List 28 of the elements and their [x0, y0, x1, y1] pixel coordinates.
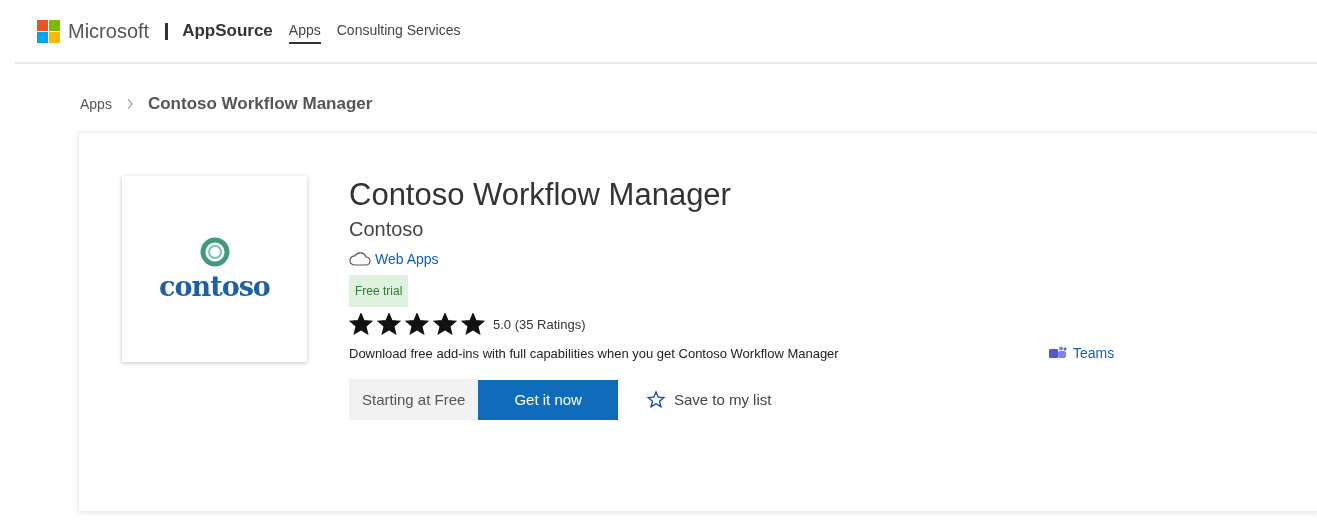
chevron-right-icon: [125, 98, 134, 110]
star-icon: [461, 313, 485, 335]
star-icon: [377, 313, 401, 335]
teams-icon: [1049, 346, 1067, 360]
star-icon: [349, 313, 373, 335]
product-name[interactable]: AppSource: [182, 21, 273, 41]
breadcrumb-link[interactable]: Apps: [80, 96, 112, 112]
logo-text: contoso: [159, 270, 270, 302]
ring-icon: [199, 236, 230, 267]
save-to-list-link[interactable]: Save to my list: [645, 389, 772, 410]
get-it-now-button[interactable]: Get it now: [478, 379, 618, 420]
microsoft-logo-icon: [37, 19, 60, 43]
breadcrumb-current: Contoso Workflow Manager: [147, 94, 373, 114]
cloud-icon: [349, 252, 371, 266]
star-icon: [405, 313, 429, 335]
star-icon: [433, 313, 457, 335]
app-title: Contoso Workflow Manager: [349, 176, 731, 214]
price-label: Starting at Free: [349, 379, 479, 420]
publisher-name[interactable]: Contoso: [349, 218, 424, 241]
nav-link[interactable]: Consulting Services: [336, 18, 461, 44]
star-add-icon: [645, 389, 666, 410]
rating-text: 5.0 (35 Ratings): [493, 316, 586, 332]
brand-name[interactable]: Microsoft: [68, 19, 150, 43]
product-type-link[interactable]: Web Apps: [375, 251, 439, 267]
teams-link[interactable]: Teams: [1073, 345, 1115, 361]
free-trial-badge: Free trial: [349, 275, 409, 307]
nav-link[interactable]: Apps: [288, 18, 321, 44]
app-description: Download free add-ins with full capabilities when you get Contoso Workflow Manager: [349, 345, 840, 361]
